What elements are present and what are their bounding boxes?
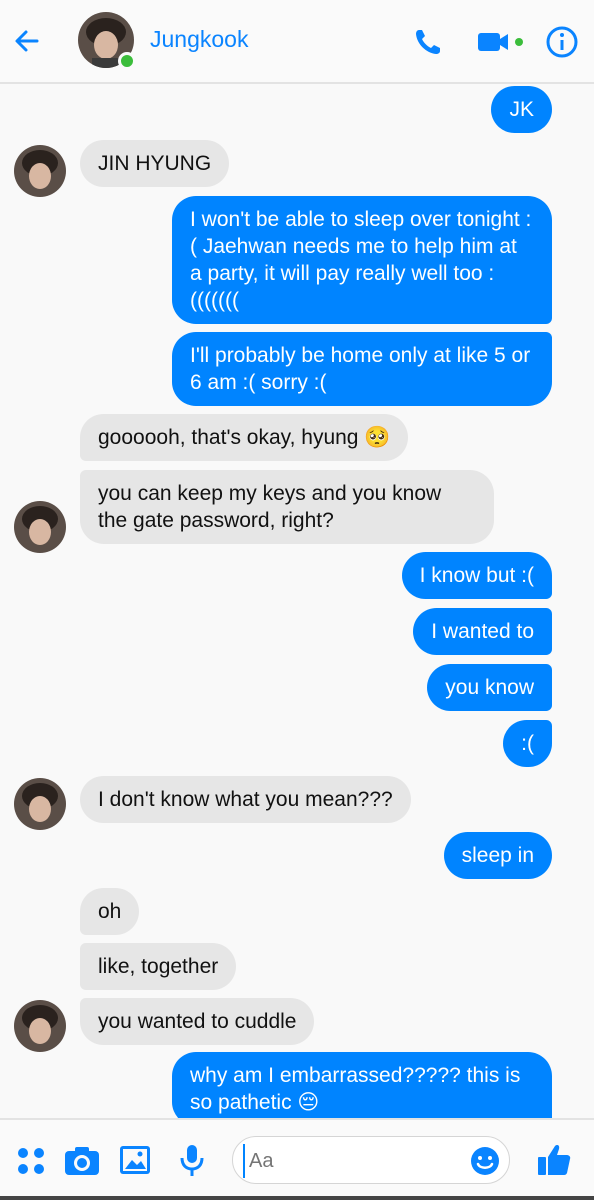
system-nav-bar (0, 1196, 594, 1200)
online-status-dot (118, 52, 136, 70)
message-outgoing[interactable]: :( (503, 720, 552, 767)
contact-avatar[interactable] (78, 12, 136, 70)
message-incoming[interactable]: you wanted to cuddle (80, 998, 315, 1045)
message-composer[interactable] (232, 1136, 510, 1184)
contact-avatar-small[interactable] (14, 1000, 66, 1052)
message-incoming[interactable]: I don't know what you mean??? (80, 776, 411, 823)
message-outgoing[interactable]: I won't be able to sleep over tonight :(… (172, 196, 552, 324)
info-icon[interactable] (544, 24, 580, 60)
composer-bar (0, 1118, 594, 1200)
contact-avatar-small[interactable] (14, 145, 66, 197)
message-outgoing[interactable]: I'll probably be home only at like 5 or … (172, 332, 552, 406)
message-outgoing[interactable]: sleep in (443, 832, 552, 879)
message-outgoing[interactable]: JK (491, 86, 552, 133)
message-outgoing[interactable]: you know (427, 664, 552, 711)
message-outgoing[interactable]: why am I embarrassed????? this is so pat… (172, 1052, 552, 1118)
back-arrow-icon[interactable] (10, 24, 44, 58)
emoji-icon[interactable] (469, 1145, 501, 1177)
message-incoming[interactable]: JIN HYUNG (80, 140, 230, 187)
message-outgoing[interactable]: I wanted to (413, 608, 552, 655)
thumbs-up-icon[interactable] (534, 1140, 574, 1180)
contact-avatar-small[interactable] (14, 778, 66, 830)
message-incoming[interactable]: like, together (80, 943, 237, 990)
camera-icon[interactable] (62, 1140, 102, 1180)
more-actions-icon[interactable] (12, 1140, 52, 1180)
gallery-icon[interactable] (116, 1140, 156, 1180)
chat-header: Jungkook (0, 0, 594, 84)
phone-call-icon[interactable] (410, 24, 446, 60)
message-incoming[interactable]: you can keep my keys and you know the ga… (80, 470, 494, 544)
video-call-icon[interactable] (476, 24, 530, 60)
message-list: JK JIN HYUNG I won't be able to sleep ov… (0, 86, 594, 1118)
microphone-icon[interactable] (172, 1140, 212, 1180)
message-input[interactable] (243, 1144, 463, 1178)
message-outgoing[interactable]: I know but :( (401, 552, 552, 599)
contact-name[interactable]: Jungkook (150, 26, 248, 53)
message-incoming[interactable]: oh (80, 888, 140, 935)
contact-avatar-small[interactable] (14, 501, 66, 553)
message-incoming[interactable]: goooooh, that's okay, hyung 🥺 (80, 414, 409, 461)
